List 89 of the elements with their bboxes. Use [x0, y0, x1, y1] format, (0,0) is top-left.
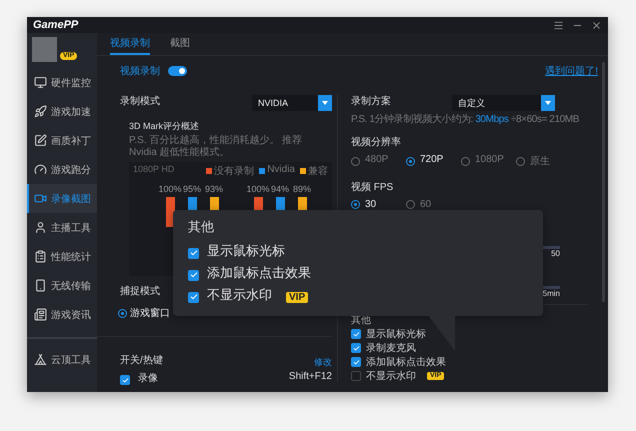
- option-label: 1080P: [475, 154, 504, 165]
- option-label: 录制麦克风: [366, 342, 416, 355]
- menu-icon[interactable]: [553, 20, 564, 30]
- section-label: 视频分辨率: [351, 136, 401, 149]
- radio-button[interactable]: [118, 308, 127, 318]
- tab[interactable]: 截图: [170, 33, 190, 55]
- rocket-icon: [34, 105, 47, 118]
- toggle-label: 视频录制: [120, 64, 160, 78]
- bar-value-label: 93%: [205, 184, 224, 194]
- checkbox[interactable]: [351, 371, 361, 381]
- sidebar-item[interactable]: 录像截图: [27, 184, 97, 213]
- checkbox[interactable]: [188, 292, 199, 302]
- option-label: 720P: [420, 154, 444, 165]
- edit-link[interactable]: 修改: [314, 356, 332, 368]
- sidebar-item[interactable]: 硬件监控: [27, 68, 97, 97]
- slider-reading: 50: [551, 249, 560, 258]
- help-link[interactable]: 遇到问题了!: [545, 64, 598, 78]
- dropdown[interactable]: 自定义: [452, 95, 555, 111]
- checkbox[interactable]: [188, 270, 199, 280]
- section-label: 开关/热键: [120, 354, 163, 367]
- option-label: 显示鼠标光标: [207, 242, 285, 260]
- bar-value-label: 100%: [158, 184, 182, 194]
- gauge-icon: [34, 163, 47, 176]
- radio-button[interactable]: [351, 156, 360, 166]
- chart-note: P.S. 百分比越高，性能消耗越少。 推荐 Nvidia 超低性能模式。: [129, 135, 304, 159]
- newspaper-icon: [34, 308, 47, 321]
- checkbox[interactable]: [351, 343, 361, 353]
- sidebar-item[interactable]: 画质补丁: [27, 126, 97, 155]
- bar-value-label: 94%: [271, 184, 290, 194]
- section-label: 视频 FPS: [351, 180, 394, 194]
- option-label: 30: [365, 199, 376, 210]
- bar-value-label: 89%: [293, 184, 312, 194]
- checkbox[interactable]: [120, 375, 130, 385]
- vip-badge: VIP: [286, 292, 308, 302]
- resolution-label: 1080P HD: [133, 164, 174, 174]
- option-label: 60: [420, 199, 432, 210]
- user-icon: [34, 221, 47, 234]
- sidebar-item[interactable]: 游戏跑分: [27, 155, 97, 184]
- avatar-placeholder: [32, 37, 57, 62]
- sidebar-item[interactable]: 云顶工具: [27, 345, 97, 374]
- legend-label: Nvidia: [267, 164, 295, 175]
- pen-square-icon: [34, 134, 47, 147]
- sidebar-item[interactable]: 主播工具: [27, 213, 97, 242]
- radio-button[interactable]: [406, 200, 415, 209]
- popover-title: 其他: [188, 218, 214, 236]
- legend-label: 没有录制: [214, 164, 254, 178]
- radio-button[interactable]: [516, 156, 525, 166]
- caret-icon: [545, 101, 551, 105]
- sidebar-item[interactable]: 无线传输: [27, 271, 97, 300]
- option-label: 游戏窗口: [130, 306, 170, 320]
- option-label: 添加鼠标点击效果: [207, 264, 311, 282]
- field-label: 录制方案: [351, 94, 391, 108]
- legend-label: 兼容: [308, 164, 328, 178]
- option-label: 480P: [365, 154, 388, 165]
- bar: [166, 197, 174, 227]
- radio-button[interactable]: [351, 200, 360, 209]
- section-label: 捕捉模式: [120, 284, 160, 298]
- option-label: 录像: [138, 372, 158, 385]
- slider-reading: 5min: [542, 289, 560, 298]
- tab[interactable]: 视频录制: [110, 33, 150, 55]
- app-logo: GamePP: [33, 19, 78, 31]
- toggle-switch[interactable]: [168, 66, 187, 76]
- option-label: 不显示水印: [366, 370, 416, 383]
- sidebar-item[interactable]: 性能统计: [27, 242, 97, 271]
- option-label: 原生: [530, 154, 550, 168]
- checkbox[interactable]: [351, 357, 361, 367]
- clipboard-icon: [34, 250, 47, 263]
- sidebar-item[interactable]: 游戏资讯: [27, 300, 97, 329]
- video-camera-icon: [34, 192, 47, 205]
- option-label: 添加鼠标点击效果: [366, 356, 446, 369]
- checkbox[interactable]: [188, 248, 199, 258]
- option-label: 显示鼠标光标: [366, 328, 426, 341]
- bar-value-label: 95%: [183, 184, 202, 194]
- bar-value-label: 100%: [246, 184, 270, 194]
- size-note: P.S. 1分钟录制视频大小约为: 30Mbps ÷8×60s= 210MB: [351, 114, 580, 126]
- checkbox[interactable]: [351, 329, 361, 339]
- hotkey-text: Shift+F12: [288, 371, 332, 382]
- caret-icon: [322, 101, 328, 105]
- monitor-icon: [34, 76, 47, 89]
- field-label: 录制模式: [120, 94, 160, 108]
- tent-icon: [34, 353, 47, 366]
- phone-icon: [34, 279, 47, 292]
- chart-title: 3D Mark评分概述: [129, 120, 200, 133]
- option-label: 不显示水印: [207, 286, 272, 304]
- radio-button[interactable]: [406, 156, 415, 166]
- dropdown[interactable]: NVIDIA: [252, 95, 332, 111]
- sidebar-item[interactable]: 游戏加速: [27, 97, 97, 126]
- close-icon[interactable]: [591, 20, 602, 30]
- radio-button[interactable]: [461, 156, 470, 166]
